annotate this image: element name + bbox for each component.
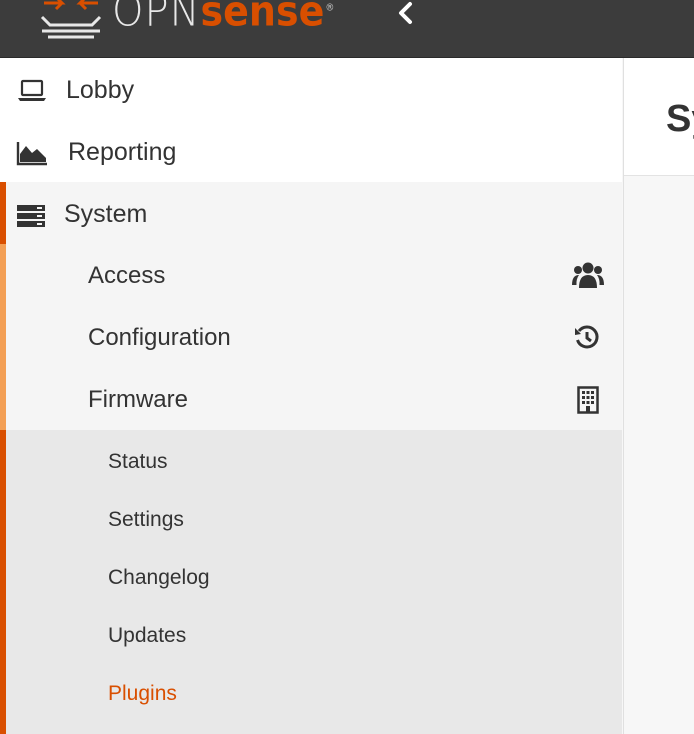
sidebar-item-settings[interactable]: Settings xyxy=(0,490,622,548)
sidebar-item-label: Reporting xyxy=(68,138,177,166)
users-icon xyxy=(572,260,604,297)
sidebar-item-label: System xyxy=(64,200,148,228)
sidebar-item-lobby[interactable]: Lobby xyxy=(0,60,622,122)
collapse-sidebar-button[interactable] xyxy=(392,0,420,28)
sidebar-item-label: Changelog xyxy=(108,566,210,589)
main-content: System: Firmware xyxy=(623,58,694,734)
opnsense-logo-icon xyxy=(40,0,102,39)
sidebar-item-status[interactable]: Status xyxy=(0,432,622,490)
sidebar-item-label: Status xyxy=(108,450,168,473)
sidebar-item-label: Plugins xyxy=(108,682,177,705)
brand-name-prefix: OPN xyxy=(112,0,201,37)
chevron-left-icon xyxy=(399,2,412,24)
sidebar-item-label: Lobby xyxy=(66,76,135,104)
sidebar-item-updates[interactable]: Updates xyxy=(0,606,622,664)
sidebar-item-label: Configuration xyxy=(88,324,231,351)
sidebar-item-label: Updates xyxy=(108,624,187,647)
sidebar-item-system[interactable]: System xyxy=(0,184,622,246)
sidebar-item-firmware[interactable]: Firmware xyxy=(0,370,622,432)
sidebar-item-reporting[interactable]: Reporting xyxy=(0,122,622,184)
sidebar-item-access[interactable]: Access xyxy=(0,246,622,308)
sidebar-item-configuration[interactable]: Configuration xyxy=(0,308,622,370)
history-icon xyxy=(574,325,600,358)
page-title: System: Firmware xyxy=(666,98,694,140)
server-icon xyxy=(16,204,46,228)
sidebar-item-label: Settings xyxy=(108,508,184,531)
sidebar-item-label: Firmware xyxy=(88,386,188,413)
laptop-icon xyxy=(16,78,48,102)
brand-name-suffix: sense xyxy=(200,0,325,36)
building-icon xyxy=(577,386,599,421)
sidebar-item-changelog[interactable]: Changelog xyxy=(0,548,622,606)
registered-mark: ® xyxy=(325,2,336,14)
page-header: System: Firmware xyxy=(624,58,694,176)
sidebar-item-label: Access xyxy=(88,262,166,289)
brand-name: OPNsense® xyxy=(112,0,335,45)
sidebar-item-plugins[interactable]: Plugins xyxy=(0,664,622,722)
top-bar: OPNsense® xyxy=(0,0,694,58)
sidebar-nav: Lobby Reporting System Access Configurat… xyxy=(0,58,622,734)
brand-logo[interactable]: OPNsense® xyxy=(40,0,335,42)
area-chart-icon xyxy=(16,140,48,166)
